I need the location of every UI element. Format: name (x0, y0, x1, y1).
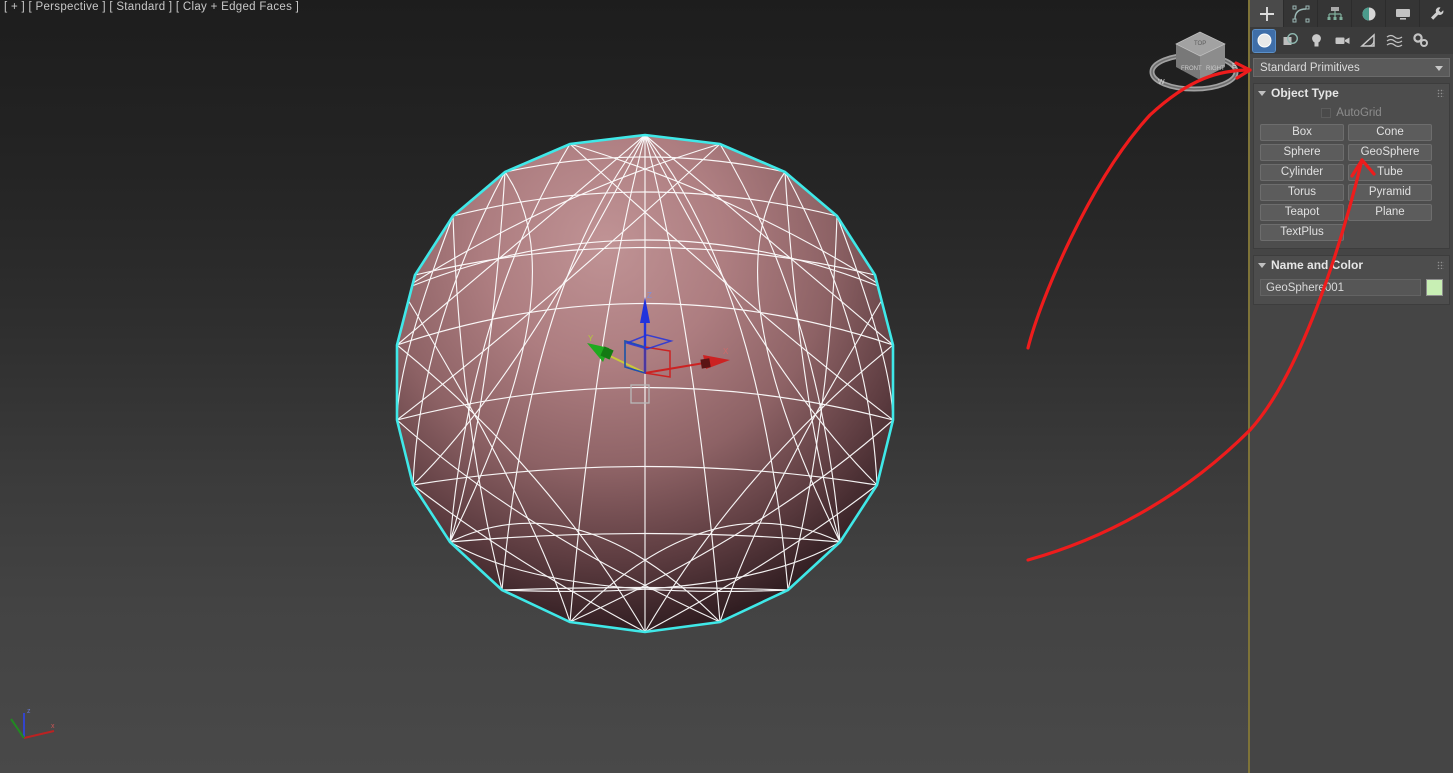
tape-measure-icon (1359, 33, 1375, 47)
shapes-icon (1283, 32, 1298, 45)
wrench-icon (1430, 6, 1443, 20)
waves-icon (1386, 34, 1402, 48)
gears-icon (1412, 33, 1428, 47)
svg-text:RIGHT: RIGHT (1206, 66, 1225, 72)
category-geometry[interactable] (1252, 28, 1276, 53)
hierarchy-tree-icon (1327, 6, 1342, 20)
object-button-cylinder[interactable]: Cylinder (1260, 164, 1344, 181)
svg-text:x: x (51, 723, 55, 730)
command-panel: Standard Primitives Object Type AutoGrid… (1250, 0, 1453, 773)
object-type-button-grid: Box Cone Sphere GeoSphere Cylinder Tube … (1260, 124, 1443, 241)
object-button-sphere[interactable]: Sphere (1260, 144, 1344, 161)
3dsmax-window: [ + ] [ Perspective ] [ Standard ] [ Cla… (0, 0, 1453, 773)
name-and-color-row: GeoSphere001 (1260, 277, 1443, 297)
object-type-rollout: Object Type AutoGrid Box Cone Sphere Geo… (1253, 83, 1450, 249)
object-button-geosphere[interactable]: GeoSphere (1348, 144, 1432, 161)
object-type-title: Object Type (1271, 86, 1339, 100)
svg-text:TOP: TOP (1194, 41, 1206, 47)
category-cameras[interactable] (1331, 30, 1353, 52)
gizmo-z-axis[interactable]: Z (640, 291, 652, 373)
camera-icon (1335, 37, 1349, 44)
sphere-icon (1257, 33, 1271, 48)
svg-text:Y: Y (588, 334, 594, 343)
object-button-teapot[interactable]: Teapot (1260, 204, 1344, 221)
tab-utilities[interactable] (1420, 0, 1453, 27)
gizmo-center-box[interactable] (630, 384, 650, 404)
name-and-color-header[interactable]: Name and Color (1254, 256, 1449, 274)
object-button-plane[interactable]: Plane (1348, 204, 1432, 221)
tab-motion[interactable] (1352, 0, 1386, 27)
viewcube[interactable]: TOP FRONT RIGHT W E (1148, 22, 1248, 98)
svg-text:Z: Z (647, 291, 652, 300)
motion-wheel-icon (1362, 7, 1375, 20)
object-color-swatch[interactable] (1426, 279, 1443, 296)
svg-text:W: W (1158, 79, 1165, 86)
svg-text:FRONT: FRONT (1181, 66, 1202, 72)
category-space-warps[interactable] (1383, 30, 1405, 52)
category-dropdown-value: Standard Primitives (1260, 61, 1360, 74)
modify-curve-icon (1292, 5, 1309, 22)
svg-text:z: z (27, 708, 31, 715)
tab-hierarchy[interactable] (1318, 0, 1352, 27)
svg-text:E: E (1232, 63, 1237, 70)
viewcube-cube[interactable]: TOP FRONT RIGHT (1175, 31, 1226, 80)
tab-display[interactable] (1386, 0, 1420, 27)
svg-text:X: X (723, 347, 729, 356)
name-and-color-title: Name and Color (1271, 258, 1364, 272)
rollout-collapse-icon[interactable] (1258, 90, 1266, 96)
move-transform-gizmo[interactable]: Z X Y (575, 285, 750, 410)
object-button-tube[interactable]: Tube (1348, 164, 1432, 181)
rollout-grip-icon (1437, 261, 1444, 269)
world-axis-tripod: z x (6, 700, 76, 760)
category-dropdown[interactable]: Standard Primitives (1253, 58, 1450, 77)
rollout-collapse-icon[interactable] (1258, 262, 1266, 268)
plus-icon (1259, 6, 1274, 21)
object-type-header[interactable]: Object Type (1254, 84, 1449, 102)
autogrid-row[interactable]: AutoGrid (1260, 105, 1443, 121)
category-shapes[interactable] (1279, 30, 1301, 52)
object-button-box[interactable]: Box (1260, 124, 1344, 141)
perspective-viewport[interactable]: [ + ] [ Perspective ] [ Standard ] [ Cla… (0, 0, 1249, 773)
autogrid-checkbox[interactable] (1321, 108, 1332, 118)
object-button-textplus[interactable]: TextPlus (1260, 224, 1344, 241)
lightbulb-icon (1311, 34, 1321, 47)
object-button-torus[interactable]: Torus (1260, 184, 1344, 201)
rollout-grip-icon (1437, 89, 1444, 97)
object-button-cone[interactable]: Cone (1348, 124, 1432, 141)
gizmo-x-axis[interactable]: X (644, 347, 730, 374)
tab-create[interactable] (1250, 0, 1284, 27)
create-category-buttons (1250, 27, 1453, 54)
object-name-input[interactable]: GeoSphere001 (1260, 279, 1421, 296)
command-panel-tabs (1250, 0, 1453, 27)
display-monitor-icon (1395, 8, 1410, 20)
name-and-color-rollout: Name and Color GeoSphere001 (1253, 255, 1450, 305)
chevron-down-icon (1435, 66, 1443, 71)
category-systems[interactable] (1409, 30, 1431, 52)
object-button-pyramid[interactable]: Pyramid (1348, 184, 1432, 201)
viewport-label[interactable]: [ + ] [ Perspective ] [ Standard ] [ Cla… (4, 1, 299, 13)
autogrid-label: AutoGrid (1336, 107, 1382, 119)
category-lights[interactable] (1305, 30, 1327, 52)
category-helpers[interactable] (1357, 30, 1379, 52)
tab-modify[interactable] (1284, 0, 1318, 27)
